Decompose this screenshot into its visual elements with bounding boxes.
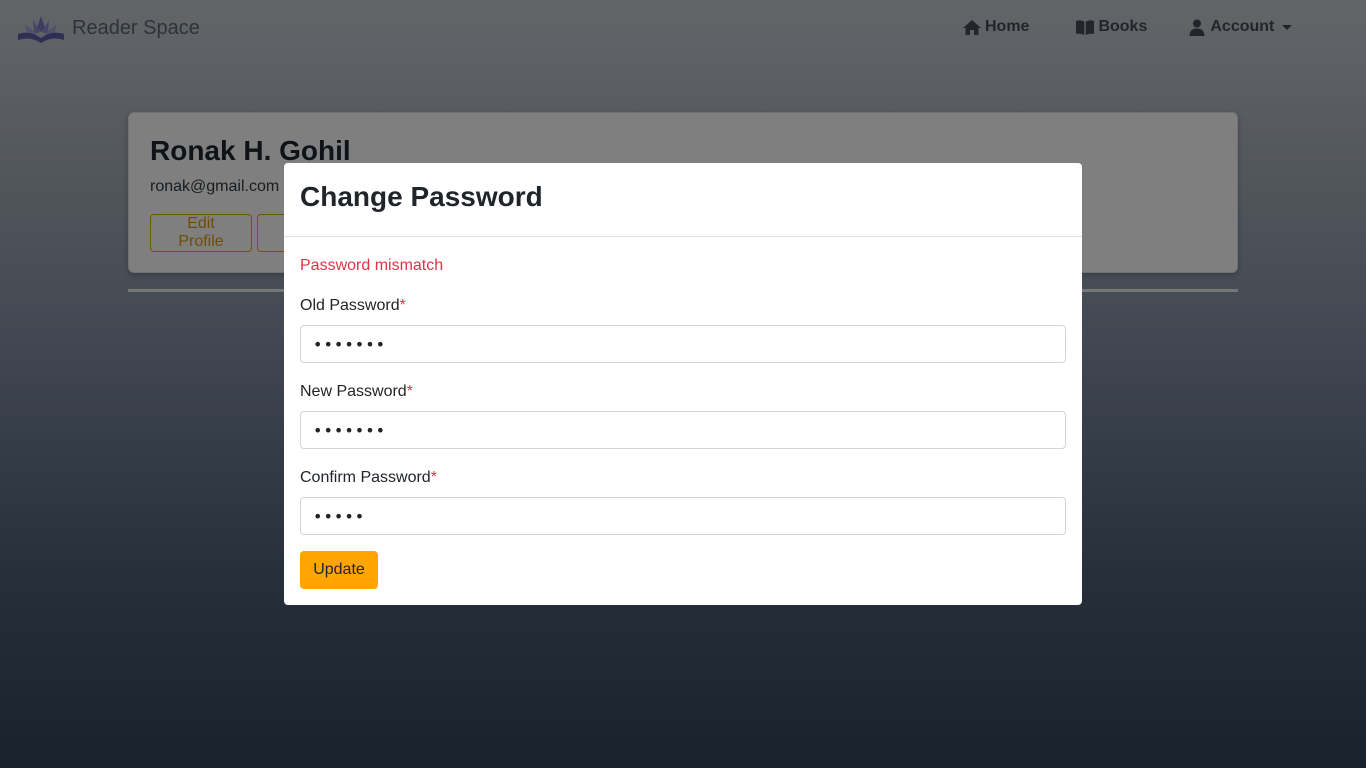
confirm-password-input[interactable] [300, 497, 1066, 535]
required-marker: * [406, 383, 413, 400]
required-marker: * [430, 469, 437, 486]
change-password-modal: Change Password Password mismatch Old Pa… [284, 163, 1082, 605]
old-password-input[interactable] [300, 325, 1066, 363]
new-password-label-text: New Password [300, 383, 407, 400]
new-password-input[interactable] [300, 411, 1066, 449]
confirm-password-label: Confirm Password* [300, 469, 437, 487]
update-button[interactable]: Update [300, 551, 378, 589]
old-password-label: Old Password* [300, 297, 406, 315]
modal-title: Change Password [300, 181, 543, 212]
new-password-label: New Password* [300, 383, 413, 401]
modal-header: Change Password [284, 163, 1082, 237]
error-message: Password mismatch [300, 257, 444, 274]
confirm-password-label-text: Confirm Password [300, 469, 431, 486]
old-password-label-text: Old Password [300, 297, 400, 314]
required-marker: * [399, 297, 406, 314]
